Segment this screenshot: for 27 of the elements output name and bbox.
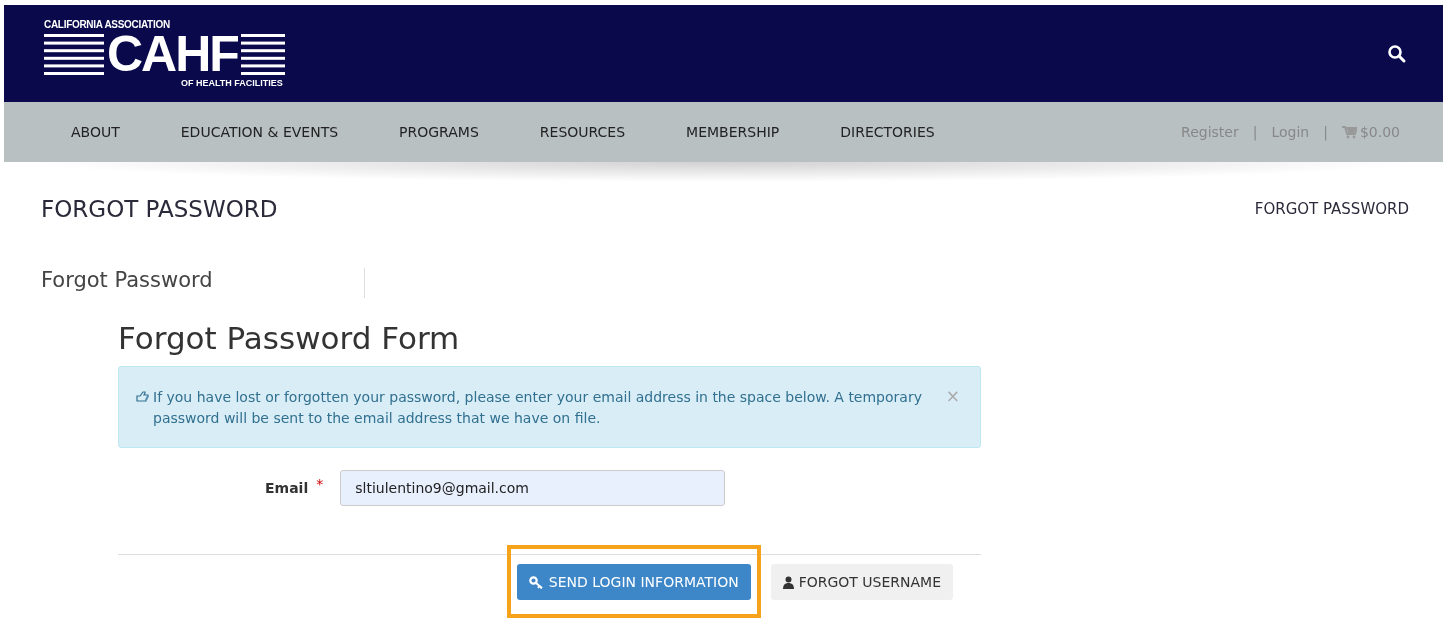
section-title: Forgot Password <box>41 268 213 292</box>
alert-message: If you have lost or forgotten your password, please enter your email address in the space below. A temporary password will be sent to the email address that we have on file. <box>153 388 923 428</box>
nav-link[interactable]: DIRECTORIES <box>840 124 935 140</box>
logo-text: OF HEALTH FACILITIES <box>181 78 283 88</box>
key-icon <box>528 575 544 589</box>
stripes-icon <box>240 32 285 76</box>
email-field[interactable]: sltiulentino9@gmail.com <box>340 470 726 506</box>
nav-link[interactable]: EDUCATION & EVENTS <box>180 124 339 140</box>
logo-text: CALIFORNIA ASSOCIATION <box>44 19 171 30</box>
search-icon[interactable] <box>1387 43 1407 64</box>
form-title: Forgot Password Form <box>118 320 461 356</box>
cart-icon <box>1341 125 1357 139</box>
send-button[interactable]: SEND LOGIN INFORMATION <box>516 564 751 600</box>
nav-link[interactable]: ABOUT <box>71 124 120 140</box>
nav-link[interactable]: RESOURCES <box>539 124 626 140</box>
nav-link[interactable]: PROGRAMS <box>399 124 479 140</box>
person-icon <box>782 575 794 589</box>
page-title: FORGOT PASSWORD <box>41 196 278 222</box>
required-mark: * <box>316 476 324 492</box>
logo-text: CAHF <box>107 30 238 78</box>
separator: | <box>1323 124 1328 140</box>
stripes-icon <box>44 32 104 76</box>
breadcrumb: FORGOT PASSWORD <box>1254 200 1409 218</box>
forgot-username-button[interactable]: FORGOT USERNAME <box>770 564 953 600</box>
nav-link[interactable]: MEMBERSHIP <box>686 124 780 140</box>
field-label: Email <box>265 480 309 496</box>
separator: | <box>1252 124 1258 140</box>
